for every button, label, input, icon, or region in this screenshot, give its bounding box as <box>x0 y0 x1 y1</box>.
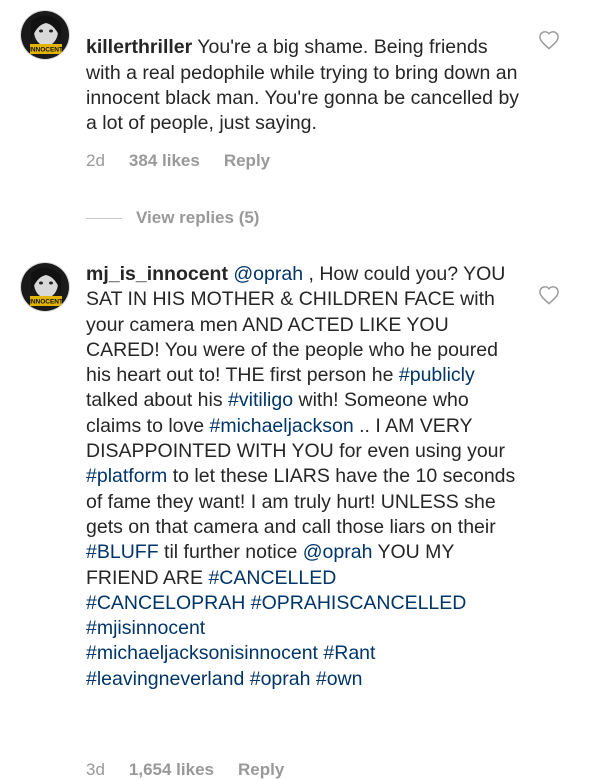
view-replies-label: View replies (5) <box>136 208 260 227</box>
hashtag-link[interactable]: #leavingneverland <box>86 668 244 690</box>
comment-meta: 3d 1,654 likes Reply <box>86 760 284 780</box>
hashtag-link[interactable]: #oprah <box>250 668 311 690</box>
comment-age: 3d <box>86 760 105 779</box>
hashtag-link[interactable]: #CANCELLED <box>208 567 336 589</box>
mention-link[interactable]: @oprah <box>303 541 373 563</box>
comment-body-text: til further notice <box>158 541 303 564</box>
mention-link[interactable]: @oprah <box>233 263 303 285</box>
comment-body-text: talked about his <box>86 389 229 412</box>
view-replies-button[interactable]: View replies (5) <box>86 208 259 228</box>
hashtag-link[interactable]: #Rant <box>323 642 375 664</box>
hashtag-link[interactable]: #vitiligo <box>228 389 293 411</box>
comment-age: 2d <box>86 151 105 170</box>
avatar[interactable]: INNOCENT <box>20 262 70 312</box>
comment-text: killerthriller You're a big shame. Being… <box>86 10 526 136</box>
heart-outline-icon[interactable] <box>538 285 560 305</box>
comment-text: mj_is_innocent @oprah , How could you? Y… <box>86 262 526 692</box>
hashtag-link[interactable]: #platform <box>86 465 167 487</box>
comment-username[interactable]: killerthriller <box>86 36 192 58</box>
hashtag-link[interactable]: #own <box>316 668 363 690</box>
replies-divider <box>86 217 122 219</box>
svg-text:INNOCENT: INNOCENT <box>29 299 63 306</box>
likes-count[interactable]: 1,654 likes <box>129 760 214 780</box>
comment-meta: 2d 384 likes Reply <box>86 151 270 171</box>
hashtag-link[interactable]: #BLUFF <box>86 541 159 563</box>
reply-button[interactable]: Reply <box>238 760 284 780</box>
avatar[interactable]: INNOCENT <box>20 10 70 60</box>
comment-username[interactable]: mj_is_innocent <box>86 263 228 285</box>
avatar-image: INNOCENT <box>21 263 69 311</box>
avatar-image: INNOCENT <box>21 11 69 59</box>
hashtag-link[interactable]: #mjisinnocent <box>86 617 205 639</box>
hashtag-link[interactable]: #OPRAHISCANCELLED <box>251 592 467 614</box>
likes-count[interactable]: 384 likes <box>129 151 200 171</box>
hashtag-link[interactable]: #CANCELOPRAH <box>86 592 245 614</box>
svg-text:INNOCENT: INNOCENT <box>29 47 63 54</box>
reply-button[interactable]: Reply <box>224 151 270 171</box>
hashtag-link[interactable]: #michaeljacksonisinnocent <box>86 642 318 664</box>
heart-outline-icon[interactable] <box>538 30 560 50</box>
hashtag-link[interactable]: #publicly <box>399 364 475 386</box>
hashtag-link[interactable]: #michaeljackson <box>210 415 354 437</box>
